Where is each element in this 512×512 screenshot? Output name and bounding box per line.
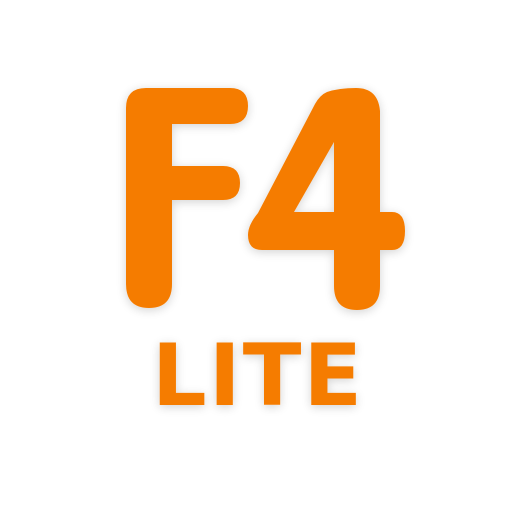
logo-wordmark-group: LITE bbox=[126, 88, 405, 426]
f4-lite-logo: LITE bbox=[126, 88, 405, 426]
app-icon-canvas: LITE bbox=[0, 0, 512, 512]
logo-f4-mark bbox=[126, 88, 405, 310]
logo-lite-label: LITE bbox=[152, 326, 364, 426]
